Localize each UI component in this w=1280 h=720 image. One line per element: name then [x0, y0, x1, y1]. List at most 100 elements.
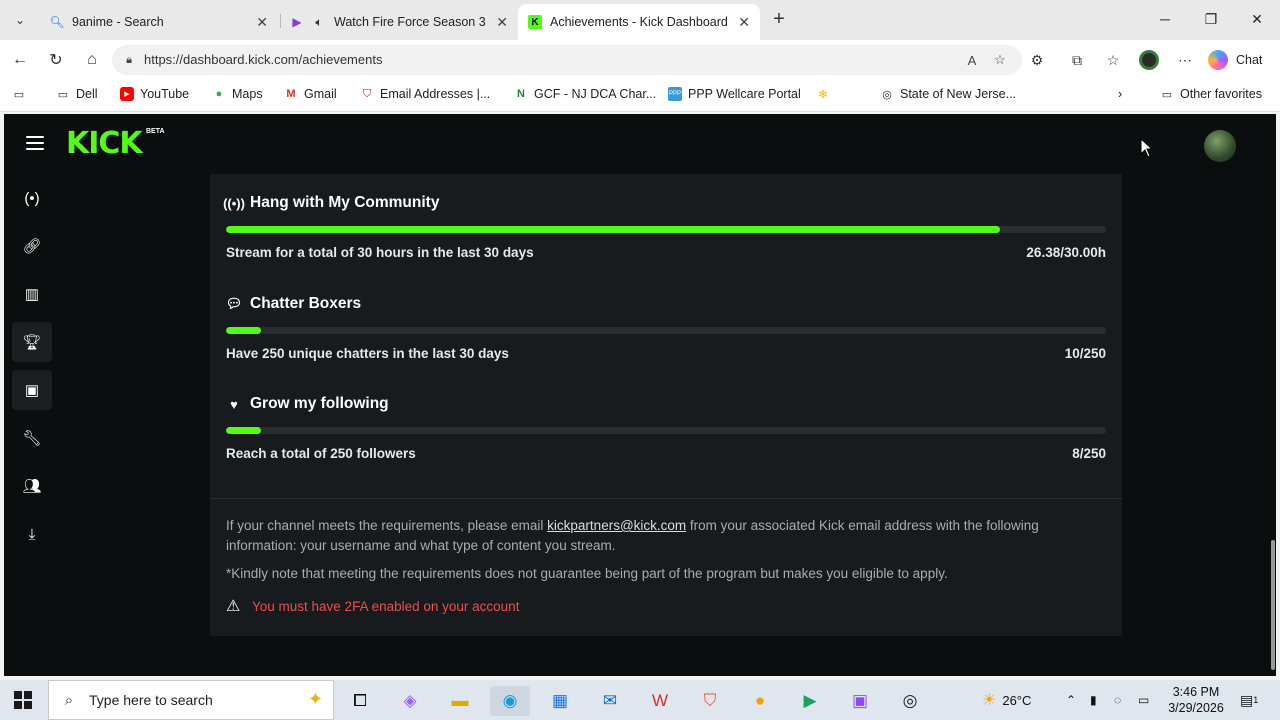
extensions-icon[interactable]: ⚙ [1026, 49, 1048, 71]
weather-icon: ☀ [982, 692, 997, 709]
analytics-icon[interactable]: ▥ [12, 274, 52, 314]
more-menu-icon[interactable]: ⋯ [1174, 49, 1196, 71]
page-scrollbar[interactable] [1270, 174, 1276, 676]
bookmark-photos[interactable]: ✻ [816, 87, 836, 101]
hamburger-menu-icon[interactable] [26, 136, 44, 150]
tab-title: 9anime - Search [72, 15, 164, 29]
dashboard-sidebar: (•) 🔗︎ ▥ 🏆︎ ▣ 🔧︎ 👥︎ ⤓ [4, 174, 60, 676]
play-store-icon[interactable]: ▶ [790, 686, 830, 716]
tab-kick-achievements[interactable]: K Achievements - Kick Dashboard ✕ [518, 4, 760, 40]
other-favorites[interactable]: ▭ Other favorites [1160, 87, 1262, 101]
bookmarks-bar: ▭ ▭ Dell ▶ YouTube ● Maps M Gmail ⛉ Email Add… [0, 80, 1280, 112]
bookmark-gmail[interactable]: M Gmail [284, 87, 337, 101]
tab-actions-icon: ▭ [13, 88, 25, 101]
twitch-icon[interactable]: ▣ [840, 686, 880, 716]
minimize-icon[interactable]: ─ [1154, 8, 1176, 30]
bookmark-gcf-nj[interactable]: N GCF - NJ DCA Char... [514, 87, 656, 101]
network-icon[interactable]: ◌ [1114, 680, 1121, 720]
progress-bar [226, 327, 1106, 334]
url-text[interactable]: https://dashboard.kick.com/achievements [144, 52, 382, 67]
scrollbar-thumb[interactable] [1271, 540, 1275, 670]
achievement-grow-following: ♥ Grow my following Reach a total of 250… [226, 393, 1106, 461]
favorite-star-icon[interactable]: ☆ [990, 51, 1010, 69]
tab-title: Achievements - Kick Dashboard [550, 15, 728, 29]
pinwheel-icon: ✻ [818, 88, 828, 101]
speaker-icon[interactable]: 🔈︎ [312, 15, 326, 29]
heart-icon: ♥ [230, 396, 238, 412]
copilot-label: Chat [1236, 53, 1263, 67]
home-icon[interactable]: ⌂ [80, 48, 104, 72]
restore-icon[interactable]: ❐ [1200, 8, 1222, 30]
tab-actions-menu-icon[interactable]: ⌄ [8, 8, 32, 32]
bookmark-youtube[interactable]: ▶ YouTube [120, 87, 189, 101]
progress-fill [226, 427, 262, 434]
chevron-right-icon[interactable]: › [1118, 87, 1122, 101]
read-aloud-icon[interactable]: A [962, 51, 982, 69]
system-clock[interactable]: 3:46 PM 3/29/2026 [1160, 684, 1232, 716]
favorites-icon[interactable]: ☆ [1102, 49, 1124, 71]
split-screen-icon[interactable]: ⧉ [1066, 49, 1088, 71]
close-window-icon[interactable]: ✕ [1246, 8, 1268, 30]
bookmark-maps[interactable]: ● Maps [212, 87, 263, 101]
bookmark-label: YouTube [140, 87, 190, 101]
chat-bubble-icon: 💬︎ [225, 296, 243, 311]
back-arrow-icon[interactable]: ← [8, 48, 32, 72]
file-explorer-icon[interactable]: ▬ [440, 686, 480, 716]
taskbar-search[interactable]: ⌕ Type here to search ✦ [48, 680, 334, 720]
close-tab-icon[interactable]: ✕ [738, 14, 750, 31]
disclaimer-text: *Kindly note that meeting the requiremen… [226, 566, 948, 581]
lock-icon[interactable]: 🔒︎ [122, 52, 136, 68]
brave-icon[interactable]: ⛉ [690, 686, 730, 716]
search-icon: ⌕ [64, 691, 74, 709]
user-avatar[interactable] [1204, 130, 1236, 162]
bookmark-ppp-wellcare[interactable]: PPP PPP Wellcare Portal [668, 87, 801, 101]
outlook-icon[interactable]: ✉ [590, 686, 630, 716]
community-icon[interactable]: 👥︎ [12, 466, 52, 506]
show-hidden-icons-icon[interactable]: ⌃ [1066, 680, 1076, 720]
windows-start-icon[interactable] [14, 691, 32, 709]
windows-taskbar: ⌕ Type here to search ✦ ⧠ ◈ ▬ ◉ ▦ ✉ W ⛉ … [0, 680, 1280, 720]
achievement-description: Reach a total of 250 followers [226, 446, 416, 461]
weather-widget[interactable]: ☀ 26°C [982, 680, 1031, 720]
progress-fill [226, 226, 1000, 233]
achievement-progress-text: 10/250 [1064, 346, 1106, 361]
edge-icon[interactable]: ◉ [490, 686, 530, 716]
ppp-icon: PPP [668, 87, 682, 101]
address-bar[interactable]: 🔒︎ https://dashboard.kick.com/achievemen… [112, 45, 1022, 75]
seal-icon: ◎ [882, 88, 892, 101]
usb-icon[interactable]: ▮ [1090, 680, 1097, 720]
new-tab-icon[interactable]: + [768, 8, 790, 30]
refresh-icon[interactable]: ↻ [44, 48, 68, 72]
profile-icon[interactable] [1138, 49, 1160, 71]
bookmark-dell[interactable]: ▭ Dell [56, 87, 98, 101]
bookmark-state-nj[interactable]: ◎ State of New Jerse... [880, 87, 1016, 101]
close-tab-icon[interactable]: ✕ [256, 14, 268, 31]
achievement-title: Hang with My Community [250, 194, 440, 211]
video-library-icon[interactable]: ▣ [12, 370, 52, 410]
copilot-chat-button[interactable]: Chat [1208, 48, 1262, 72]
link-icon[interactable]: 🔗︎ [12, 226, 52, 266]
tab-actions-icon[interactable]: ▭ [12, 87, 32, 101]
beta-badge: BETA [146, 128, 165, 135]
bookmark-label: Gmail [304, 87, 337, 101]
task-view-icon[interactable]: ⧠ [340, 686, 380, 716]
obs-icon[interactable]: ◎ [890, 686, 930, 716]
partner-email-link[interactable]: kickpartners@kick.com [547, 518, 686, 533]
kick-logo[interactable]: KICK [66, 128, 143, 160]
vpn-icon[interactable]: ● [740, 686, 780, 716]
download-icon[interactable]: ⤓ [12, 514, 52, 554]
copilot-app-icon[interactable]: ◈ [390, 686, 430, 716]
requirements-note: If your channel meets the requirements, … [226, 516, 1086, 556]
close-tab-icon[interactable]: ✕ [496, 14, 508, 31]
mouse-cursor-icon [1140, 138, 1154, 158]
battery-icon[interactable]: ▭ [1138, 680, 1149, 720]
store-icon[interactable]: ▦ [540, 686, 580, 716]
trophy-icon[interactable]: 🏆︎ [12, 322, 52, 362]
live-stream-icon[interactable]: (•) [12, 178, 52, 218]
wrench-icon[interactable]: 🔧︎ [12, 418, 52, 458]
notifications-icon[interactable]: ▤ 1 [1240, 680, 1258, 720]
wps-icon[interactable]: W [640, 686, 680, 716]
bookmark-email-addresses[interactable]: ⛉ Email Addresses |... [360, 87, 490, 101]
tab-fire-force[interactable]: ▶ 🔈︎ Watch Fire Force Season 3 Part ✕ [280, 4, 518, 40]
tab-9anime[interactable]: 🔍︎ 9anime - Search ✕ [40, 4, 278, 40]
